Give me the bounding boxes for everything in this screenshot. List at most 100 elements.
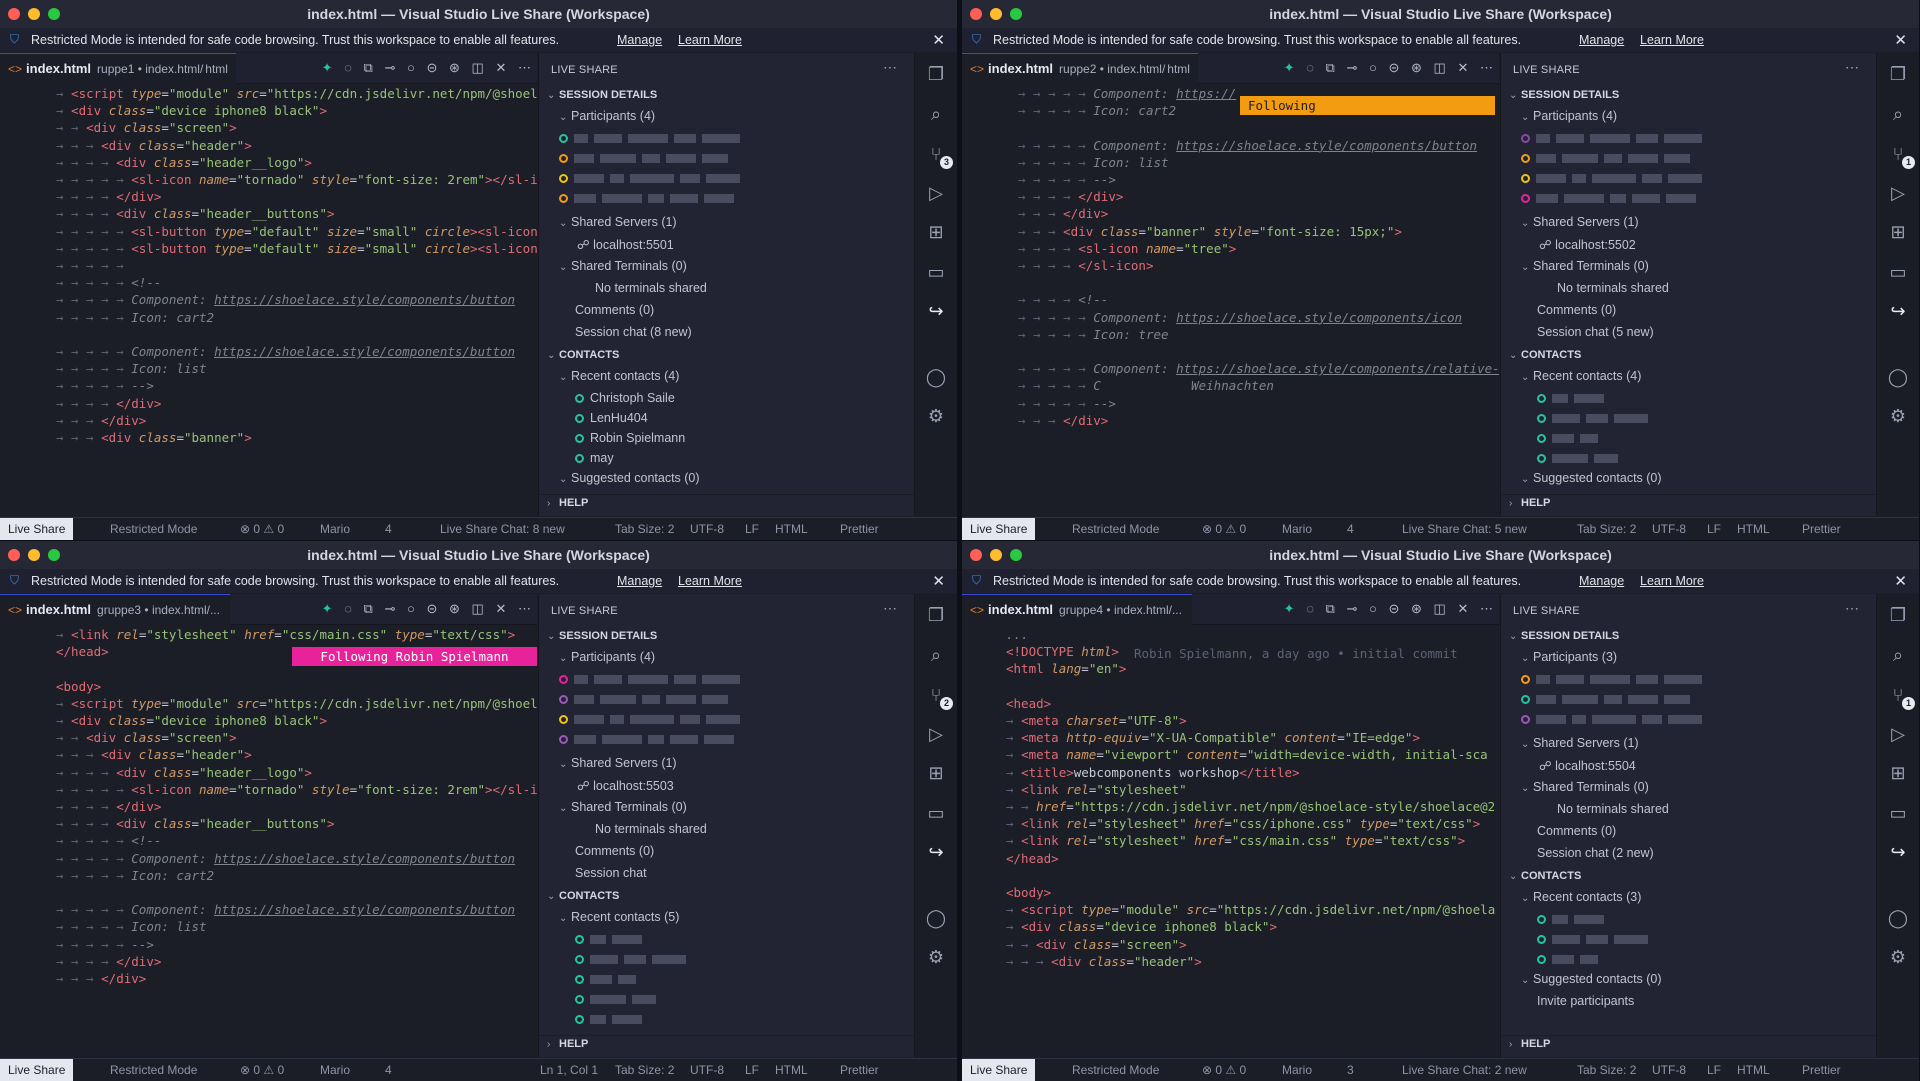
breadcrumb[interactable]: gruppe3 • index.html/... (97, 603, 220, 617)
git-compare-icon[interactable]: ⊸ (1346, 601, 1357, 616)
encoding-status[interactable]: UTF-8 (690, 1063, 724, 1077)
participant-item[interactable] (539, 131, 915, 151)
session-chat-item[interactable]: Session chat (8 new) (539, 325, 915, 345)
recent-contacts-group[interactable]: ⌄ Recent contacts (4) (539, 369, 915, 389)
language-status[interactable]: HTML (1737, 1063, 1770, 1077)
close-icon[interactable]: ✕ (932, 31, 945, 49)
more-actions-icon[interactable]: ⋯ (1845, 600, 1859, 617)
search-icon[interactable]: ⌕ (1885, 642, 1911, 668)
participant-item[interactable] (1501, 692, 1877, 712)
session-details-section[interactable]: ⌄ SESSION DETAILS (539, 87, 915, 107)
link-icon[interactable]: ⧉ (364, 60, 373, 75)
help-section[interactable]: › HELP (539, 494, 915, 515)
help-section[interactable]: › HELP (1501, 1035, 1877, 1056)
participant-item[interactable] (539, 191, 915, 211)
explorer-icon[interactable]: ❐ (1885, 602, 1911, 628)
suggested-contacts-group[interactable]: ⌄ Suggested contacts (0) (1501, 471, 1877, 491)
broadcast-icon[interactable]: ◌ (1306, 601, 1314, 616)
shared-servers-group[interactable]: ⌄ Shared Servers (1) (1501, 736, 1877, 756)
live-share-icon[interactable]: ↪ (923, 839, 949, 865)
source-control-icon[interactable]: ⑂ 2 (923, 682, 953, 710)
language-status[interactable]: HTML (1737, 522, 1770, 536)
participant-item[interactable] (1501, 191, 1877, 211)
search-icon[interactable]: ⌕ (923, 101, 949, 127)
cursor-position-status[interactable]: Ln 1, Col 1 (540, 1063, 598, 1077)
run-debug-icon[interactable]: ▷ (1885, 180, 1911, 206)
participant-item[interactable] (539, 732, 915, 752)
participants-count-status[interactable]: 4 (385, 1063, 392, 1077)
extensions-icon[interactable]: ⊞ (923, 760, 949, 786)
shared-servers-group[interactable]: ⌄ Shared Servers (1) (1501, 215, 1877, 235)
encoding-status[interactable]: UTF-8 (690, 522, 724, 536)
live-share-icon[interactable]: ↪ (1885, 298, 1911, 324)
code-editor[interactable]: ... <!DOCTYPE html> <html lang="en"> <head>… (962, 625, 1499, 1057)
contact-item[interactable]: Robin Spielmann (539, 431, 915, 451)
user-status[interactable]: Mario (320, 522, 350, 536)
more-actions-icon[interactable]: ⋯ (883, 600, 897, 617)
contacts-section[interactable]: ⌄ CONTACTS (539, 888, 915, 908)
help-section[interactable]: › HELP (539, 1035, 915, 1056)
contact-item[interactable] (1501, 451, 1877, 471)
broadcast-icon[interactable]: ◌ (344, 60, 352, 75)
learn-more-link[interactable]: Learn More (678, 33, 742, 47)
manage-link[interactable]: Manage (617, 574, 662, 588)
manage-link[interactable]: Manage (617, 33, 662, 47)
accounts-icon[interactable]: ◯ (923, 364, 949, 390)
eol-status[interactable]: LF (1707, 522, 1721, 536)
language-status[interactable]: HTML (775, 522, 808, 536)
shared-server-item[interactable]: ☍ localhost:5502 (1501, 237, 1877, 257)
learn-more-link[interactable]: Learn More (1640, 33, 1704, 47)
contacts-section[interactable]: ⌄ CONTACTS (1501, 868, 1877, 888)
gear-icon[interactable]: ⚙ (923, 944, 949, 970)
participant-item[interactable] (539, 171, 915, 191)
live-share-status-button[interactable]: Live Share (0, 518, 74, 540)
session-chat-item[interactable]: Session chat (539, 866, 915, 886)
more-actions-icon[interactable]: ⋯ (518, 60, 531, 75)
session-details-section[interactable]: ⌄ SESSION DETAILS (1501, 628, 1877, 648)
search-icon[interactable]: ⌕ (923, 642, 949, 668)
recent-contacts-group[interactable]: ⌄ Recent contacts (4) (1501, 369, 1877, 389)
live-share-chat-status[interactable]: Live Share Chat: 2 new (1402, 1063, 1527, 1077)
participants-count-status[interactable]: 3 (1347, 1063, 1354, 1077)
eol-status[interactable]: LF (1707, 1063, 1721, 1077)
broadcast-icon[interactable]: ◌ (1306, 60, 1314, 75)
close-tab-icon[interactable]: ✕ (495, 601, 506, 616)
history-icon[interactable]: ⊛ (449, 601, 460, 616)
shared-terminals-group[interactable]: ⌄ Shared Terminals (0) (1501, 259, 1877, 279)
contact-item[interactable] (1501, 952, 1877, 972)
source-control-icon[interactable]: ⑂ 1 (1885, 141, 1915, 169)
more-actions-icon[interactable]: ⋯ (1480, 601, 1493, 616)
participant-item[interactable] (539, 151, 915, 171)
live-share-icon[interactable]: ↪ (923, 298, 949, 324)
problems-status[interactable]: ⊗ 0 ⚠ 0 (240, 522, 284, 536)
restricted-mode-status[interactable]: Restricted Mode (110, 1063, 197, 1077)
suggested-contacts-group[interactable]: ⌄ Suggested contacts (0) (1501, 972, 1877, 992)
restricted-mode-status[interactable]: Restricted Mode (1072, 522, 1159, 536)
breadcrumb-html[interactable]: html (205, 62, 228, 76)
more-actions-icon[interactable]: ⋯ (518, 601, 531, 616)
shared-server-item[interactable]: ☍ localhost:5504 (1501, 758, 1877, 778)
participants-count-status[interactable]: 4 (1347, 522, 1354, 536)
link-icon[interactable]: ⧉ (364, 601, 373, 616)
broadcast-icon[interactable]: ◌ (344, 601, 352, 616)
history-icon[interactable]: ⊛ (449, 60, 460, 75)
link-icon[interactable]: ⧉ (1326, 60, 1335, 75)
participants-group[interactable]: ⌄ Participants (4) (1501, 109, 1877, 129)
encoding-status[interactable]: UTF-8 (1652, 522, 1686, 536)
prettier-status[interactable]: Prettier (840, 522, 879, 536)
contact-item[interactable] (539, 972, 915, 992)
explorer-icon[interactable]: ❐ (923, 602, 949, 628)
participant-item[interactable] (539, 672, 915, 692)
participants-count-status[interactable]: 4 (385, 522, 392, 536)
code-editor[interactable]: → <link rel="stylesheet" href="css/main.… (0, 625, 537, 1057)
comments-item[interactable]: Comments (0) (539, 844, 915, 864)
close-tab-icon[interactable]: ✕ (1457, 60, 1468, 75)
contact-item[interactable] (1501, 912, 1877, 932)
run-debug-icon[interactable]: ▷ (1885, 721, 1911, 747)
breadcrumb[interactable]: gruppe4 • index.html/... (1059, 603, 1182, 617)
tab-index-html[interactable]: <> index.html ruppe2 • index.html/html (962, 53, 1198, 84)
tab-index-html[interactable]: <> index.html gruppe3 • index.html/... (0, 594, 230, 625)
comments-item[interactable]: Comments (0) (539, 303, 915, 323)
live-share-chat-status[interactable]: Live Share Chat: 8 new (440, 522, 565, 536)
participant-item[interactable] (1501, 171, 1877, 191)
